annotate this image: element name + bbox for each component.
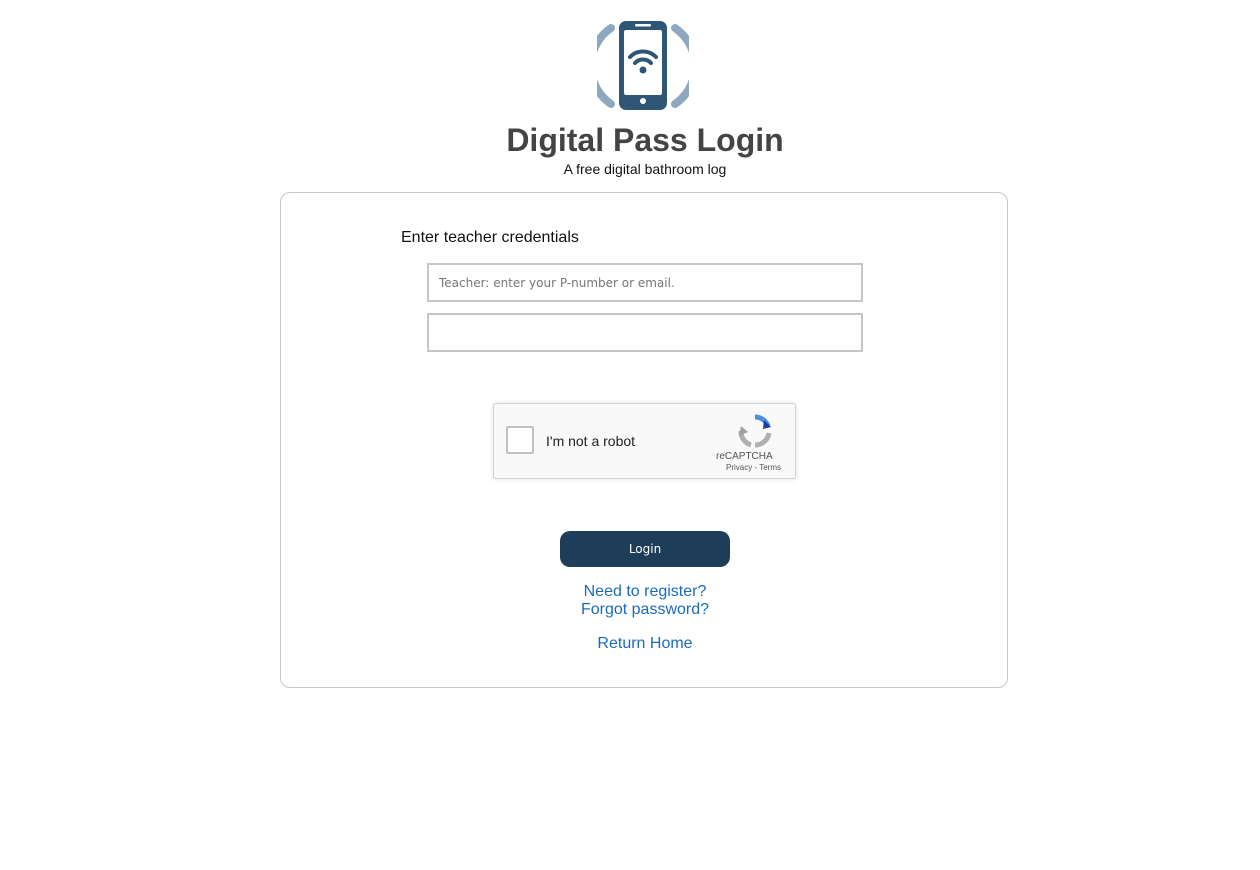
recaptcha-icon: [738, 414, 772, 448]
forgot-password-link[interactable]: Forgot password?: [281, 601, 1009, 619]
login-page: Digital Pass Login A free digital bathro…: [0, 0, 1260, 870]
recaptcha-privacy-link[interactable]: Privacy: [726, 463, 752, 472]
page-subtitle: A free digital bathroom log: [563, 161, 727, 177]
username-input[interactable]: [427, 263, 863, 302]
login-button[interactable]: Login: [560, 531, 730, 567]
phone-wifi-icon: [597, 21, 689, 110]
password-input[interactable]: [427, 313, 863, 352]
recaptcha-label: I'm not a robot: [546, 433, 636, 449]
credentials-label: Enter teacher credentials: [401, 229, 579, 246]
recaptcha-widget: I'm not a robot reCAPTCHA Privacy - Term…: [493, 403, 796, 479]
return-home-link[interactable]: Return Home: [281, 635, 1009, 653]
recaptcha-brand: reCAPTCHA: [716, 451, 773, 462]
register-link[interactable]: Need to register?: [281, 583, 1009, 601]
recaptcha-checkbox[interactable]: [506, 426, 534, 454]
page-title: Digital Pass Login: [506, 122, 784, 158]
recaptcha-links: Privacy - Terms: [726, 463, 781, 473]
login-card: Enter teacher credentials I'm not a robo…: [280, 192, 1008, 688]
recaptcha-terms-link[interactable]: Terms: [759, 463, 781, 472]
